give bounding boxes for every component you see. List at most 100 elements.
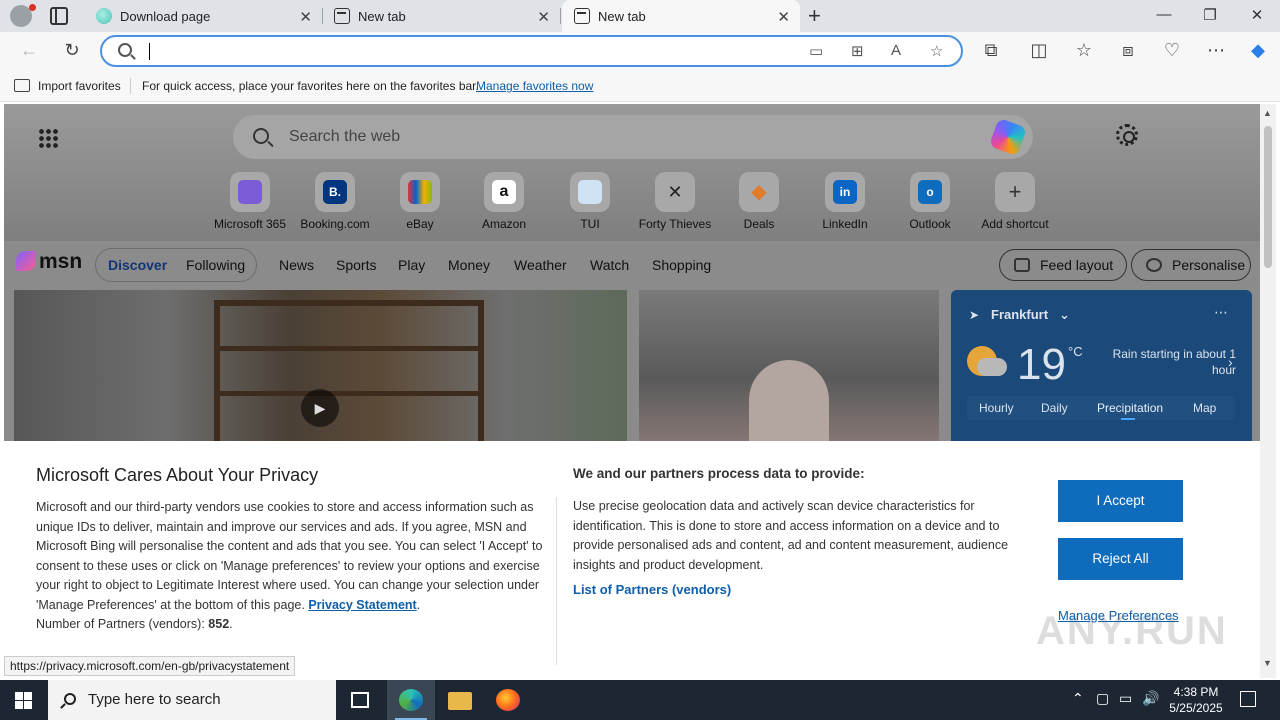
feed-layout-label: Feed layout (1040, 257, 1114, 273)
scroll-up-arrow-icon[interactable]: ▲ (1263, 108, 1272, 118)
device-status-icon[interactable]: ▢ (1096, 690, 1109, 707)
nav-discover[interactable]: Discover (108, 257, 167, 273)
personalise-button[interactable]: Personalise (1131, 249, 1251, 281)
nav-watch[interactable]: Watch (590, 257, 629, 273)
taskbar-firefox[interactable] (484, 680, 532, 720)
sliders-icon (1014, 258, 1030, 272)
close-tab-icon[interactable]: ✕ (777, 8, 790, 26)
outlook-icon: o (918, 180, 942, 204)
shortcut-outlook[interactable]: o Outlook (888, 172, 972, 231)
copilot-icon[interactable] (988, 117, 1028, 157)
shortcut-forty-thieves[interactable]: ✕ Forty Thieves (633, 172, 717, 231)
favorites-hint: For quick access, place your favorites h… (142, 79, 479, 93)
nav-following[interactable]: Following (186, 257, 245, 273)
minimize-button[interactable]: — (1154, 6, 1174, 23)
search-placeholder: Search the web (289, 128, 401, 145)
close-tab-icon[interactable]: ✕ (299, 8, 312, 26)
tab-new-tab[interactable]: New tab ✕ (322, 0, 561, 32)
favorites-icon[interactable]: ☆ (1073, 40, 1095, 61)
nav-sports[interactable]: Sports (336, 257, 376, 273)
new-tab-button[interactable]: + (808, 3, 821, 29)
split-screen-icon[interactable]: ◫ (1028, 40, 1050, 61)
address-bar[interactable]: ▭ ⊞ A ☆ (100, 35, 963, 67)
shortcut-amazon[interactable]: a Amazon (462, 172, 546, 231)
refresh-button[interactable]: ↻ (61, 40, 83, 61)
chevron-up-icon[interactable]: ⌃ (1072, 690, 1084, 707)
tab-actions-icon[interactable] (50, 7, 68, 25)
notification-dot (29, 4, 36, 11)
tab-download-page[interactable]: Download page ✕ (84, 0, 323, 32)
chevron-down-icon[interactable]: ⌄ (1059, 307, 1070, 323)
weather-tab-map[interactable]: Map (1193, 401, 1216, 415)
scroll-down-arrow-icon[interactable]: ▼ (1263, 658, 1272, 668)
import-favorites-button[interactable]: Import favorites (38, 79, 121, 93)
shortcut-linkedin[interactable]: in LinkedIn (803, 172, 887, 231)
news-card-street[interactable] (639, 290, 939, 450)
video-card-bookshelf[interactable]: ▶ (14, 290, 627, 450)
network-icon[interactable]: ▭ (1119, 690, 1132, 707)
msn-logo[interactable]: msn (16, 250, 82, 274)
volume-icon[interactable]: 🔊 (1142, 690, 1159, 707)
privacy-statement-link[interactable]: Privacy Statement (308, 598, 416, 612)
shortcut-deals[interactable]: ◆ Deals (717, 172, 801, 231)
new-tab-favicon (334, 8, 350, 24)
shortcut-microsoft-365[interactable]: Microsoft 365 (208, 172, 292, 231)
nav-shopping[interactable]: Shopping (652, 257, 711, 273)
taskbar-file-explorer[interactable] (436, 680, 484, 720)
scrollbar-thumb[interactable] (1264, 126, 1272, 268)
nav-money[interactable]: Money (448, 257, 490, 273)
taskbar-search-box[interactable]: Type here to search (48, 680, 336, 720)
close-tab-icon[interactable]: ✕ (537, 8, 550, 26)
weather-widget[interactable]: ➤ Frankfurt ⌄ ⋯ 19 °C Rain starting in a… (951, 290, 1252, 450)
amazon-icon: a (492, 180, 516, 204)
taskbar-edge[interactable] (387, 680, 435, 720)
manage-favorites-link[interactable]: Manage favorites now (476, 79, 593, 93)
task-view-button[interactable] (336, 680, 384, 720)
web-search-box[interactable]: Search the web (233, 115, 1033, 159)
firefox-icon (496, 689, 520, 711)
edge-icon (399, 689, 423, 711)
read-aloud-icon[interactable]: A (891, 42, 901, 59)
page-scrollbar[interactable]: ▲ ▼ (1260, 104, 1276, 678)
shortcut-add[interactable]: + Add shortcut (973, 172, 1057, 231)
shortcut-tui[interactable]: TUI (548, 172, 632, 231)
weather-tab-daily[interactable]: Daily (1041, 401, 1068, 415)
shortcut-booking[interactable]: B. Booking.com (293, 172, 377, 231)
restore-button[interactable]: ❐ (1200, 6, 1220, 24)
favorite-star-icon[interactable]: ☆ (930, 42, 943, 60)
chevron-right-icon[interactable]: › (1228, 354, 1233, 370)
feed-layout-button[interactable]: Feed layout (999, 249, 1127, 281)
tab-new-tab-active[interactable]: New tab ✕ (562, 0, 800, 32)
device-icon[interactable]: ▭ (809, 42, 823, 60)
close-window-button[interactable]: ✕ (1247, 6, 1267, 24)
more-options-icon[interactable]: ⋯ (1214, 304, 1228, 321)
weather-tab-hourly[interactable]: Hourly (979, 401, 1014, 415)
task-view-icon (351, 692, 369, 708)
system-clock[interactable]: 4:38 PM 5/25/2025 (1165, 684, 1227, 716)
msn-logo-text: msn (39, 250, 83, 273)
apps-available-icon[interactable]: ⊞ (851, 42, 864, 60)
nav-weather[interactable]: Weather (514, 257, 567, 273)
deals-tag-icon: ◆ (751, 181, 767, 203)
extensions-icon[interactable]: ⧉ (980, 40, 1002, 61)
shortcut-ebay[interactable]: eBay (378, 172, 462, 231)
manage-preferences-link[interactable]: Manage Preferences (1058, 608, 1179, 623)
app-launcher-icon[interactable] (38, 128, 58, 148)
list-of-partners-link[interactable]: List of Partners (vendors) (573, 582, 731, 597)
weather-location[interactable]: Frankfurt (991, 307, 1048, 322)
msn-butterfly-icon (16, 251, 36, 271)
more-menu-icon[interactable]: ⋯ (1205, 40, 1227, 61)
back-button[interactable]: ← (18, 40, 40, 61)
play-icon[interactable]: ▶ (301, 389, 339, 427)
browser-essentials-icon[interactable]: ♡ (1161, 40, 1183, 61)
settings-gear-icon[interactable] (1116, 124, 1138, 146)
nav-news[interactable]: News (279, 257, 314, 273)
collections-icon[interactable]: ⧈ (1117, 40, 1139, 61)
notification-center-icon[interactable] (1240, 691, 1256, 707)
weather-tab-precipitation[interactable]: Precipitation (1097, 401, 1163, 415)
accept-button[interactable]: I Accept (1058, 480, 1183, 522)
nav-play[interactable]: Play (398, 257, 425, 273)
windows-start-icon[interactable] (15, 692, 32, 709)
copilot-icon[interactable]: ◆ (1247, 40, 1269, 61)
reject-all-button[interactable]: Reject All (1058, 538, 1183, 580)
